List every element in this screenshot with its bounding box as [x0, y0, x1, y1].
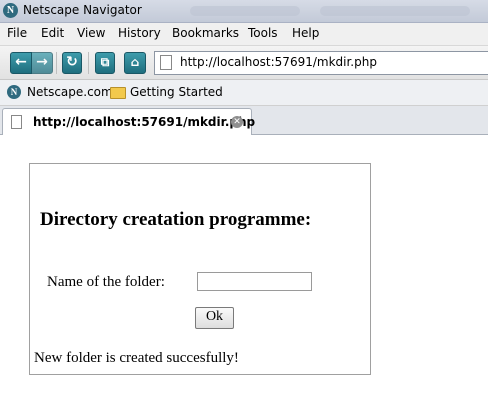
directory-form: Directory creatation programme: Name of …	[29, 163, 371, 375]
bookmarks-bar: N Netscape.com Getting Started	[0, 80, 488, 106]
window-title: Netscape Navigator	[23, 3, 142, 17]
menu-view[interactable]: View	[77, 26, 105, 40]
menu-file[interactable]: File	[7, 26, 27, 40]
menu-help[interactable]: Help	[292, 26, 319, 40]
menu-tools[interactable]: Tools	[248, 26, 278, 40]
toolbar-separator	[56, 52, 57, 74]
folder-name-input[interactable]	[197, 272, 312, 291]
bookmark-getting-started[interactable]: Getting Started	[130, 85, 223, 99]
forward-icon[interactable]: →	[31, 52, 53, 74]
bookmark-netscape[interactable]: Netscape.com	[27, 85, 113, 99]
back-icon[interactable]: ←	[10, 52, 32, 74]
status-message: New folder is created succesfully!	[34, 350, 239, 366]
netscape-icon: N	[7, 85, 21, 99]
new-tab-icon[interactable]: ⧉	[95, 52, 115, 74]
tab-mkdir[interactable]: http://localhost:57691/mkdir.php ✕	[2, 108, 256, 135]
page-icon	[160, 55, 172, 70]
tab-strip: http://localhost:57691/mkdir.php ✕	[0, 106, 488, 135]
netscape-logo-icon: N	[3, 3, 18, 18]
reload-icon[interactable]: ↻	[62, 52, 82, 74]
navigation-toolbar: ← → ↻ ⧉ ⌂ http://localhost:57691/mkdir.p…	[0, 46, 488, 80]
menu-edit[interactable]: Edit	[41, 26, 64, 40]
address-text[interactable]: http://localhost:57691/mkdir.php	[180, 55, 377, 69]
folder-icon	[110, 87, 126, 99]
menu-bar: File Edit View History Bookmarks Tools H…	[0, 23, 488, 46]
page-heading: Directory creatation programme:	[40, 209, 312, 230]
window-title-bar: N Netscape Navigator	[0, 0, 488, 23]
page-content: Directory creatation programme: Name of …	[0, 135, 488, 397]
close-tab-icon[interactable]: ✕	[231, 116, 243, 128]
menu-history[interactable]: History	[118, 26, 161, 40]
ok-button[interactable]: Ok	[195, 307, 234, 329]
title-bar-blur	[190, 6, 300, 16]
toolbar-separator	[88, 52, 89, 74]
address-bar[interactable]: http://localhost:57691/mkdir.php	[154, 51, 488, 75]
folder-name-label: Name of the folder:	[47, 274, 165, 290]
title-bar-blur	[320, 6, 470, 16]
home-icon[interactable]: ⌂	[124, 52, 146, 74]
menu-bookmarks[interactable]: Bookmarks	[172, 26, 239, 40]
page-icon	[11, 115, 22, 129]
tab-title: http://localhost:57691/mkdir.php	[33, 115, 256, 129]
